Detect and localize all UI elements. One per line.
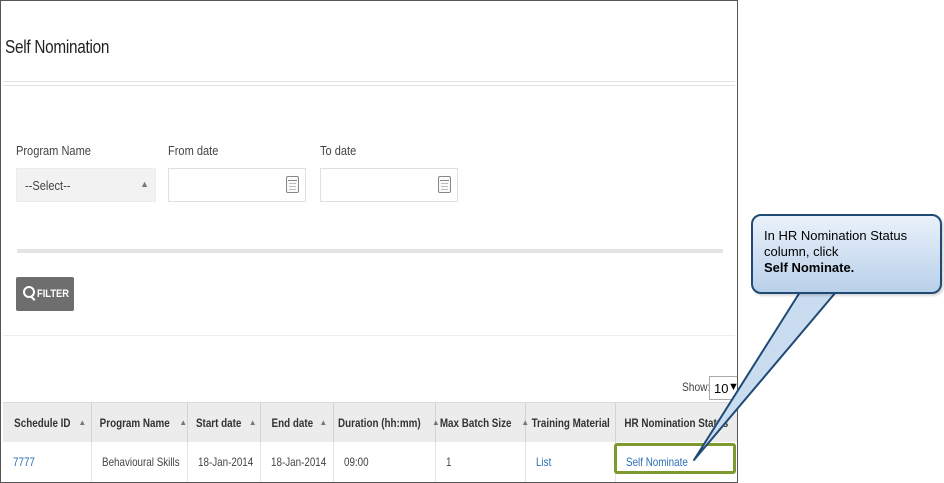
show-label: Show: xyxy=(682,380,711,394)
cell-duration: 09:00 xyxy=(334,442,436,482)
col-end-date[interactable]: End date ▲︎ xyxy=(261,403,334,442)
col-schedule-id[interactable]: Schedule ID ▲︎ xyxy=(3,403,92,442)
col-start-date[interactable]: Start date ▲︎ xyxy=(188,403,261,442)
section-divider xyxy=(3,335,735,336)
program-name-select[interactable]: --Select-- ▲︎ xyxy=(16,168,156,202)
table-header: Schedule ID ▲︎ Program Name ▲︎ Start date ▲… xyxy=(3,402,737,443)
search-icon xyxy=(23,286,35,298)
callout-bold-text: Self Nominate. xyxy=(764,260,855,275)
cell-schedule-id[interactable]: 7777 xyxy=(3,442,92,482)
cell-end-date: 18-Jan-2014 xyxy=(261,442,334,482)
col-program-name[interactable]: Program Name ▲︎ xyxy=(92,403,188,442)
sort-icon: ▲︎ xyxy=(248,418,257,427)
filter-divider xyxy=(17,249,723,253)
filter-button[interactable]: FILTER xyxy=(16,277,74,311)
from-date-label: From date xyxy=(168,143,219,158)
cell-training-material[interactable]: List xyxy=(526,442,616,482)
filter-button-label: FILTER xyxy=(37,288,70,300)
cell-start-date: 18-Jan-2014 xyxy=(188,442,261,482)
training-material-link[interactable]: List xyxy=(536,455,551,469)
col-duration[interactable]: Duration (hh:mm) ▲︎ xyxy=(334,403,440,442)
callout-text: In HR Nomination Status column, click Se… xyxy=(764,228,934,276)
to-date-label: To date xyxy=(320,143,357,158)
calendar-icon[interactable] xyxy=(438,176,451,193)
to-date-input[interactable] xyxy=(320,168,458,202)
col-max-batch-size[interactable]: Max Batch Size ▲︎ xyxy=(436,403,529,442)
program-name-select-value: --Select-- xyxy=(25,178,71,193)
col-hr-nomination-status: HR Nomination Status xyxy=(624,415,729,430)
page-size-select[interactable]: 10 ▼ xyxy=(709,376,738,400)
page-title: Self Nomination xyxy=(5,37,110,57)
chevron-down-icon: ▼ xyxy=(728,381,738,393)
col-training-material: Training Material xyxy=(526,403,616,442)
cell-program-name: Behavioural Skills xyxy=(92,442,188,482)
sort-icon: ▲︎ xyxy=(179,418,188,427)
sort-icon: ▲︎ xyxy=(78,418,87,427)
select-arrows-icon: ▲︎ xyxy=(140,179,149,189)
instruction-callout: In HR Nomination Status column, click Se… xyxy=(751,214,942,294)
calendar-icon[interactable] xyxy=(286,176,299,193)
from-date-input[interactable] xyxy=(168,168,306,202)
title-divider xyxy=(3,81,735,86)
highlight-box xyxy=(614,443,736,474)
app-frame: Self Nomination Program Name From date T… xyxy=(0,0,738,483)
page-size-value: 10 xyxy=(714,381,729,396)
program-name-label: Program Name xyxy=(16,143,91,158)
cell-max-batch-size: 1 xyxy=(436,442,526,482)
sort-icon: ▲︎ xyxy=(319,418,328,427)
